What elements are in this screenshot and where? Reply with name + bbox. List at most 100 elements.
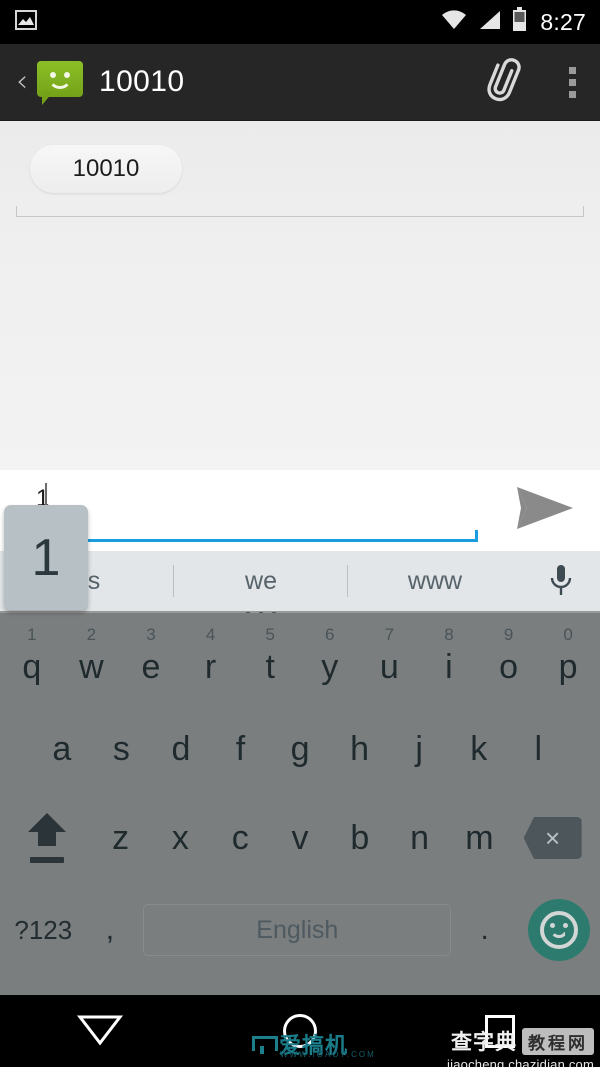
key-label: m (465, 818, 494, 857)
key-label: l (534, 729, 543, 768)
key-label: k (470, 729, 488, 768)
nav-back-button[interactable] (0, 1009, 200, 1054)
key-label: f (235, 729, 246, 768)
key-f[interactable]: f (211, 705, 271, 793)
key-k[interactable]: k (449, 705, 509, 793)
input-underline (36, 530, 478, 542)
key-j[interactable]: j (389, 705, 449, 793)
key-m[interactable]: m (449, 793, 509, 883)
key-c[interactable]: c (210, 793, 270, 883)
key-label: x (171, 818, 189, 857)
sms-bubble-icon (37, 59, 83, 105)
period-key-label: . (480, 913, 489, 946)
key-label: n (410, 818, 430, 857)
page-title: 10010 (99, 65, 185, 98)
symbols-key[interactable]: ?123 (10, 883, 77, 977)
watermark-right-text2: 教程网 (522, 1027, 594, 1055)
overflow-menu-icon[interactable] (561, 63, 584, 102)
key-z[interactable]: z (91, 793, 151, 883)
status-clock: 8:27 (540, 8, 586, 35)
key-x[interactable]: x (151, 793, 211, 883)
key-label: y (321, 647, 339, 686)
backspace-key[interactable]: × (509, 793, 596, 883)
key-t[interactable]: 5t (240, 613, 300, 705)
conversation-area: 10010 (0, 121, 600, 470)
key-a[interactable]: a (32, 705, 92, 793)
key-label: g (290, 729, 310, 768)
key-r[interactable]: 4r (181, 613, 241, 705)
period-key[interactable]: . (451, 883, 518, 977)
key-num-hint: 2 (86, 625, 97, 644)
key-n[interactable]: n (390, 793, 450, 883)
key-label: d (171, 729, 191, 768)
key-num-hint: 6 (325, 625, 335, 644)
key-num-hint: 3 (146, 625, 156, 644)
key-g[interactable]: g (270, 705, 330, 793)
key-label: j (415, 729, 423, 768)
app-bar: ‹ 10010 (0, 44, 600, 121)
key-label: q (22, 647, 42, 686)
key-e[interactable]: 3e (121, 613, 181, 705)
key-label: o (499, 647, 518, 686)
watermark-left-logo-icon (252, 1034, 278, 1054)
key-num-hint: 4 (205, 625, 216, 644)
suggestion-1[interactable]: we (174, 551, 348, 619)
key-label: c (231, 818, 249, 857)
keyboard-keys: 1q 2w 3e 4r 5t 6y 7u 8i 9o 0p a s d f g … (0, 613, 600, 995)
watermark-right-text1: 查字典 (451, 1030, 517, 1054)
key-w[interactable]: 2w (62, 613, 122, 705)
space-key-label: English (256, 915, 339, 944)
paperclip-icon[interactable] (485, 57, 527, 108)
key-label: b (350, 818, 370, 857)
key-num-hint: 0 (563, 625, 573, 644)
key-label: i (445, 647, 453, 686)
comma-key-label: , (105, 913, 115, 946)
watermark-left-url: WWW.IGAO7.COM (280, 1050, 376, 1059)
key-press-popup-label: 1 (31, 528, 61, 587)
key-label: s (112, 729, 130, 768)
keyboard-row-4: ?123 , English . (0, 883, 600, 977)
key-label: e (141, 647, 161, 686)
key-d[interactable]: d (151, 705, 211, 793)
keyboard-row-2: a s d f g h j k l (0, 705, 600, 793)
image-icon (14, 8, 38, 37)
key-l[interactable]: l (509, 705, 569, 793)
nav-back-triangle-icon (76, 1009, 124, 1054)
key-label: z (112, 818, 130, 857)
key-label: t (265, 647, 275, 686)
battery-icon (512, 7, 527, 37)
key-label: h (350, 729, 370, 768)
compose-bar: 1 (0, 470, 600, 551)
shift-key[interactable] (4, 793, 91, 883)
key-q[interactable]: 1q (2, 613, 62, 705)
send-button[interactable] (490, 470, 600, 551)
key-h[interactable]: h (330, 705, 390, 793)
emoji-key[interactable] (528, 899, 590, 961)
back-button[interactable]: ‹ (16, 67, 36, 97)
keyboard-row-1: 1q 2w 3e 4r 5t 6y 7u 8i 9o 0p (0, 613, 600, 705)
key-u[interactable]: 7u (360, 613, 420, 705)
recipient-row: 10010 (0, 121, 600, 193)
soft-keyboard: as we www 1q 2w 3e (0, 551, 600, 995)
keyboard-row-3: z x c v b n m × (0, 793, 600, 883)
key-y[interactable]: 6y (300, 613, 360, 705)
key-s[interactable]: s (92, 705, 152, 793)
suggestion-label: we (245, 566, 277, 595)
watermark-right-url: jiaocheng.chazidian.com (447, 1057, 594, 1067)
key-b[interactable]: b (330, 793, 390, 883)
key-i[interactable]: 8i (419, 613, 479, 705)
microphone-icon[interactable] (522, 563, 600, 599)
cell-signal-icon (478, 9, 502, 36)
shift-key-icon (18, 810, 76, 866)
key-o[interactable]: 9o (479, 613, 539, 705)
suggestion-2[interactable]: www (348, 551, 522, 611)
recipient-chip[interactable]: 10010 (30, 145, 182, 193)
key-v[interactable]: v (270, 793, 330, 883)
key-label: a (52, 729, 72, 768)
comma-key[interactable]: , (77, 883, 144, 977)
space-key[interactable]: English (143, 904, 452, 956)
key-label: u (379, 647, 399, 686)
emoji-key-icon (540, 911, 578, 949)
suggestion-bar: as we www (0, 551, 600, 619)
key-p[interactable]: 0p (538, 613, 598, 705)
